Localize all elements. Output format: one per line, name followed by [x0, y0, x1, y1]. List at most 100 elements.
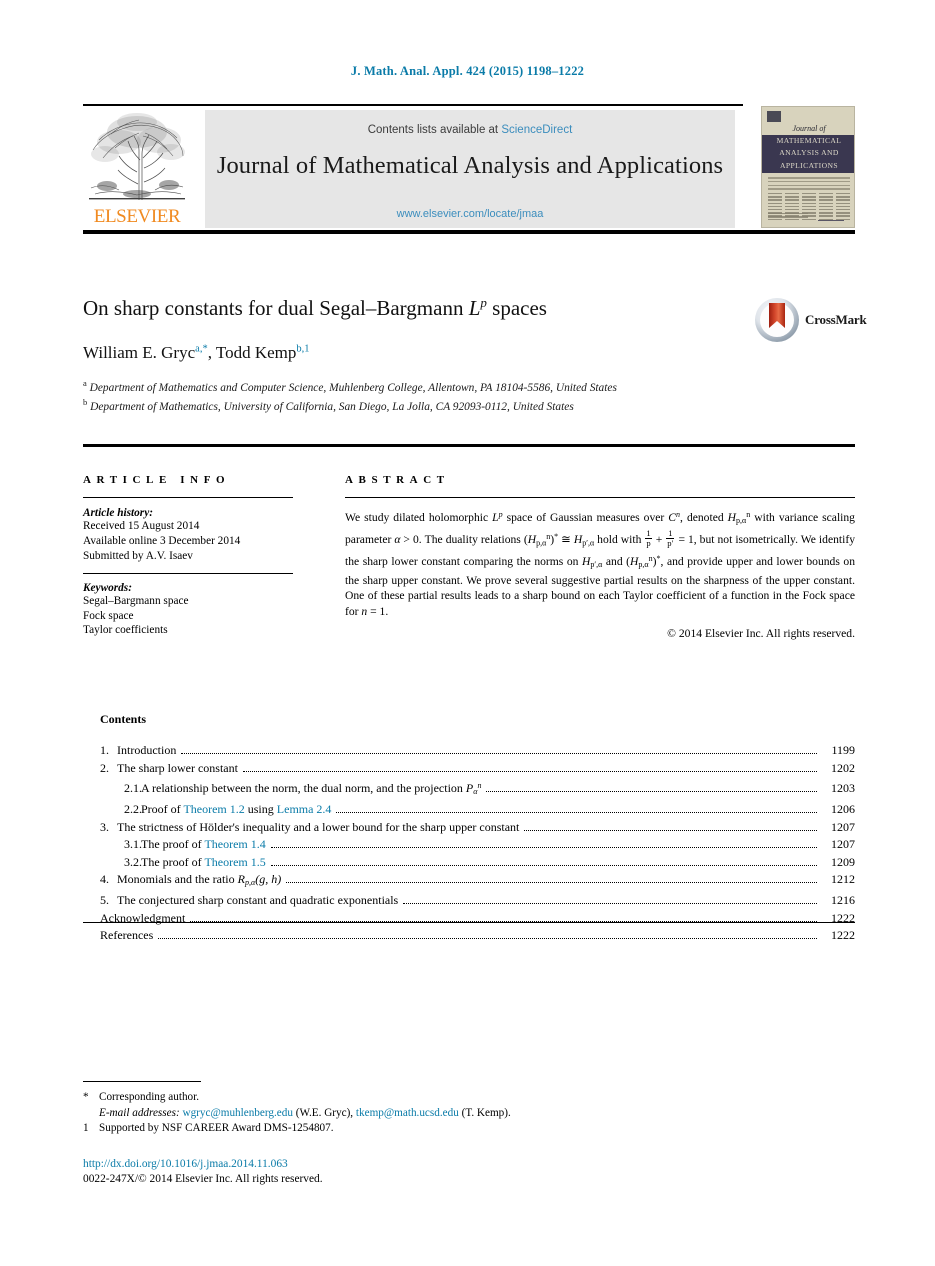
article-received-date: Received 15 August 2014: [83, 520, 200, 533]
email-addresses-label: E-mail addresses:: [99, 1106, 180, 1119]
article-title-math: L: [468, 296, 481, 320]
footnote-funding-text: Supported by NSF CAREER Award DMS-125480…: [99, 1122, 334, 1135]
crossmark-label: CrossMark: [805, 312, 867, 327]
toc-label[interactable]: The proof of Theorem 1.5: [141, 854, 266, 872]
toc-label[interactable]: The strictness of Hölder's inequality an…: [117, 819, 519, 837]
toc-leader: [270, 838, 817, 849]
author-2-marks[interactable]: b,1: [296, 343, 309, 354]
toc-leader: [242, 762, 817, 772]
affiliation-list: a Department of Mathematics and Computer…: [83, 376, 783, 415]
toc-row[interactable]: 2.2. Proof of Theorem 1.2 using Lemma 2.…: [83, 801, 855, 819]
abstract-heading: ABSTRACT: [345, 474, 450, 486]
toc-row[interactable]: Acknowledgment 1222: [83, 910, 855, 928]
cover-editor-lines: [768, 177, 850, 192]
toc-page-number[interactable]: 1203: [821, 780, 855, 798]
toc-theorem-link[interactable]: Theorem 1.5: [204, 855, 265, 869]
toc-label[interactable]: Acknowledgment: [100, 910, 185, 928]
toc-row[interactable]: 3. The strictness of Hölder's inequality…: [83, 819, 855, 837]
toc-page-number[interactable]: 1207: [821, 819, 855, 837]
journal-cover-thumbnail[interactable]: Journal of MATHEMATICAL ANALYSIS AND APP…: [761, 106, 855, 228]
author-list: William E. Gryca,*, Todd Kempb,1: [83, 343, 310, 362]
toc-page-number[interactable]: 1212: [821, 871, 855, 889]
toc-row[interactable]: 2. The sharp lower constant 1202: [83, 760, 855, 778]
affiliation-a: a Department of Mathematics and Computer…: [83, 376, 783, 395]
contents-available-text: Contents lists available at: [367, 124, 499, 136]
elsevier-tree-icon: [85, 110, 189, 202]
toc-label[interactable]: A relationship between the norm, the dua…: [141, 777, 481, 801]
affiliation-b-mark: b: [83, 397, 88, 408]
email-owner-1: (W.E. Gryc),: [295, 1106, 354, 1119]
keyword-item: Taylor coefficients: [83, 624, 168, 637]
affiliation-a-text: Department of Mathematics and Computer S…: [89, 381, 617, 394]
toc-row[interactable]: 5. The conjectured sharp constant and qu…: [83, 892, 855, 910]
page-title: On sharp constants for dual Segal–Bargma…: [83, 290, 723, 321]
toc-number: 1.: [100, 743, 109, 757]
affiliation-b: b Department of Mathematics, University …: [83, 395, 783, 414]
toc-label[interactable]: References: [100, 927, 153, 945]
article-title-block: On sharp constants for dual Segal–Bargma…: [83, 290, 867, 415]
crossmark-badge[interactable]: CrossMark: [755, 298, 867, 342]
toc-label[interactable]: The proof of Theorem 1.4: [141, 836, 266, 854]
journal-homepage-link[interactable]: www.elsevier.com/locate/jmaa: [205, 208, 735, 220]
elsevier-wordmark: ELSEVIER: [93, 206, 181, 227]
keywords-rule: [83, 573, 293, 575]
toc-page-number[interactable]: 1207: [821, 836, 855, 854]
masthead-top-rule: [83, 104, 743, 106]
toc-number: 2.1.: [124, 781, 142, 796]
toc-leader: [286, 873, 817, 884]
toc-leader: [524, 821, 817, 831]
toc-row[interactable]: References 1222: [83, 927, 855, 945]
article-title-text: On sharp constants for dual Segal–Bargma…: [83, 296, 469, 320]
toc-theorem-link[interactable]: Theorem 1.2: [183, 802, 244, 816]
toc-number: 3.2.: [124, 854, 142, 869]
toc-number: 5.: [100, 893, 109, 908]
article-info-column: ARTICLE INFO Article history: Received 1…: [83, 474, 313, 638]
footnote-corresponding-text: Corresponding author.: [99, 1091, 200, 1103]
toc-number: 4.: [100, 872, 109, 887]
toc-leader: [190, 912, 817, 922]
toc-row[interactable]: 3.2. The proof of Theorem 1.5 1209: [83, 854, 855, 872]
table-of-contents: 1. Introduction 1199 2. The sharp lower …: [83, 742, 855, 945]
doi-link[interactable]: http://dx.doi.org/10.1016/j.jmaa.2014.11…: [83, 1157, 855, 1172]
abstract-rule: [345, 497, 855, 499]
contents-heading: Contents: [100, 712, 147, 726]
crossmark-ring-icon: [755, 298, 799, 342]
toc-math-arguments: (g, h): [255, 872, 282, 887]
email-link-2[interactable]: tkemp@math.ucsd.edu: [356, 1107, 459, 1119]
affiliation-b-text: Department of Mathematics, University of…: [90, 401, 574, 414]
toc-row[interactable]: 3.1. The proof of Theorem 1.4 1207: [83, 836, 855, 854]
toc-page-number[interactable]: 1199: [821, 742, 855, 760]
article-available-online-date: Available online 3 December 2014: [83, 534, 241, 547]
toc-page-number[interactable]: 1206: [821, 801, 855, 819]
elsevier-logo: ELSEVIER: [83, 110, 191, 230]
toc-row[interactable]: 4. Monomials and the ratio Rp,α(g, h) 12…: [83, 871, 855, 892]
footnote-funding: 1 Supported by NSF CAREER Award DMS-12548…: [83, 1121, 855, 1137]
toc-label[interactable]: Monomials and the ratio Rp,α(g, h): [117, 871, 281, 892]
author-1-marks[interactable]: a,*: [195, 343, 208, 354]
doi-block: http://dx.doi.org/10.1016/j.jmaa.2014.11…: [83, 1157, 855, 1187]
toc-label[interactable]: Introduction: [117, 742, 176, 760]
keyword-item: Segal–Bargmann space: [83, 595, 189, 608]
toc-row[interactable]: 1. Introduction 1199: [83, 742, 855, 760]
toc-page-number[interactable]: 1222: [821, 927, 855, 945]
toc-lemma-link[interactable]: Lemma 2.4: [277, 802, 332, 816]
toc-page-number[interactable]: 1222: [821, 910, 855, 928]
toc-page-number[interactable]: 1216: [821, 892, 855, 910]
toc-label[interactable]: Proof of Theorem 1.2 using Lemma 2.4: [141, 801, 331, 819]
toc-theorem-link[interactable]: Theorem 1.4: [204, 837, 265, 851]
toc-label[interactable]: The sharp lower constant: [117, 760, 238, 778]
toc-page-number[interactable]: 1202: [821, 760, 855, 778]
toc-row[interactable]: 2.1. A relationship between the norm, th…: [83, 777, 855, 801]
journal-banner: Contents lists available at ScienceDirec…: [205, 110, 735, 228]
affiliation-a-mark: a: [83, 378, 87, 388]
cover-title-line-3: APPLICATIONS: [780, 160, 838, 170]
masthead-bottom-rule: [83, 230, 855, 234]
toc-label[interactable]: The conjectured sharp constant and quadr…: [117, 892, 398, 910]
email-link-1[interactable]: wgryc@muhlenberg.edu: [182, 1107, 292, 1119]
toc-leader: [270, 856, 817, 866]
sciencedirect-link[interactable]: ScienceDirect: [501, 124, 572, 136]
toc-math-subscript: p,α: [245, 878, 256, 888]
toc-page-number[interactable]: 1209: [821, 854, 855, 872]
running-head: J. Math. Anal. Appl. 424 (2015) 1198–122…: [350, 64, 585, 78]
footnote-emails: E-mail addresses: wgryc@muhlenberg.edu (…: [83, 1106, 855, 1122]
